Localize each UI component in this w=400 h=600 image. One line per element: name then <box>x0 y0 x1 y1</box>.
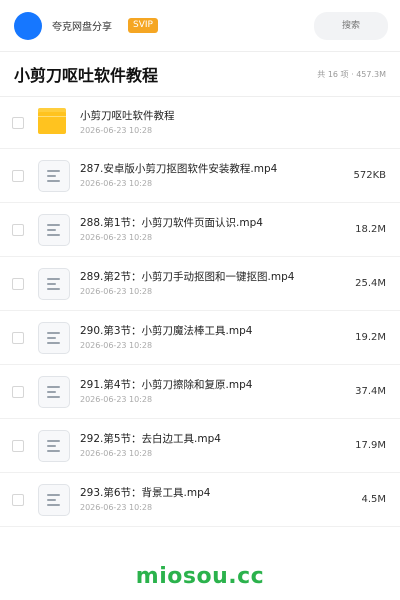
item-date: 2026-06-23 10:28 <box>80 341 153 350</box>
file-icon <box>38 159 70 192</box>
list-item[interactable]: 293.第6节：背景工具.mp4 2026-06-23 10:28 4.5M <box>0 473 400 527</box>
item-size: 19.2M <box>355 332 386 343</box>
list-item[interactable]: 292.第5节：去白边工具.mp4 2026-06-23 10:28 17.9M <box>0 419 400 473</box>
item-name: 小剪刀呕吐软件教程 <box>80 110 175 122</box>
top-bar: 夸克网盘分享 SVIP <box>0 0 400 52</box>
select-checkbox[interactable] <box>12 277 24 290</box>
item-size: 37.4M <box>355 386 386 397</box>
item-name: 292.第5节：去白边工具.mp4 <box>80 433 221 445</box>
search-input[interactable] <box>314 11 388 40</box>
page-title: 小剪刀呕吐软件教程 <box>14 66 159 85</box>
select-checkbox[interactable] <box>12 493 24 506</box>
watermark: miosou.cc <box>135 564 265 589</box>
folder-summary: 共 16 项 · 457.3M <box>317 69 386 79</box>
select-checkbox[interactable] <box>12 385 24 398</box>
account-name[interactable]: 夸克网盘分享 <box>52 18 112 33</box>
item-name: 288.第1节：小剪刀软件页面认识.mp4 <box>80 217 263 229</box>
file-list: 小剪刀呕吐软件教程 2026-06-23 10:28 287.安卓版小剪刀抠图软… <box>0 97 400 527</box>
file-icon <box>38 267 70 300</box>
folder-icon <box>38 107 70 139</box>
list-item[interactable]: 287.安卓版小剪刀抠图软件安装教程.mp4 2026-06-23 10:28 … <box>0 149 400 203</box>
select-checkbox[interactable] <box>12 331 24 344</box>
file-icon <box>38 375 70 408</box>
item-name: 289.第2节：小剪刀手动抠图和一键抠图.mp4 <box>80 271 295 283</box>
select-checkbox[interactable] <box>12 439 24 452</box>
item-date: 2026-06-23 10:28 <box>80 395 153 404</box>
item-date: 2026-06-23 10:28 <box>80 233 153 242</box>
item-date: 2026-06-23 10:28 <box>80 126 153 135</box>
file-icon <box>38 429 70 462</box>
item-name: 290.第3节：小剪刀魔法棒工具.mp4 <box>80 325 253 337</box>
select-checkbox[interactable] <box>12 223 24 236</box>
item-date: 2026-06-23 10:28 <box>80 179 153 188</box>
avatar[interactable] <box>14 11 42 40</box>
item-name: 291.第4节：小剪刀擦除和复原.mp4 <box>80 379 253 391</box>
item-size: 25.4M <box>355 278 386 289</box>
list-item[interactable]: 290.第3节：小剪刀魔法棒工具.mp4 2026-06-23 10:28 19… <box>0 311 400 365</box>
file-icon <box>38 321 70 354</box>
select-checkbox[interactable] <box>12 169 24 182</box>
folder-header: 小剪刀呕吐软件教程 共 16 项 · 457.3M <box>0 52 400 97</box>
list-item[interactable]: 291.第4节：小剪刀擦除和复原.mp4 2026-06-23 10:28 37… <box>0 365 400 419</box>
file-icon <box>38 213 70 246</box>
item-size: 4.5M <box>361 494 386 505</box>
item-size: 572KB <box>353 170 386 181</box>
list-item[interactable]: 288.第1节：小剪刀软件页面认识.mp4 2026-06-23 10:28 1… <box>0 203 400 257</box>
item-name: 293.第6节：背景工具.mp4 <box>80 487 211 499</box>
item-date: 2026-06-23 10:28 <box>80 503 153 512</box>
item-date: 2026-06-23 10:28 <box>80 287 153 296</box>
item-size: 18.2M <box>355 224 386 235</box>
item-name: 287.安卓版小剪刀抠图软件安装教程.mp4 <box>80 163 278 175</box>
list-item[interactable]: 289.第2节：小剪刀手动抠图和一键抠图.mp4 2026-06-23 10:2… <box>0 257 400 311</box>
file-icon <box>38 483 70 516</box>
svip-badge: SVIP <box>128 18 158 33</box>
item-size: 17.9M <box>355 440 386 451</box>
list-item[interactable]: 小剪刀呕吐软件教程 2026-06-23 10:28 <box>0 97 400 149</box>
select-checkbox[interactable] <box>12 116 24 129</box>
item-date: 2026-06-23 10:28 <box>80 449 153 458</box>
